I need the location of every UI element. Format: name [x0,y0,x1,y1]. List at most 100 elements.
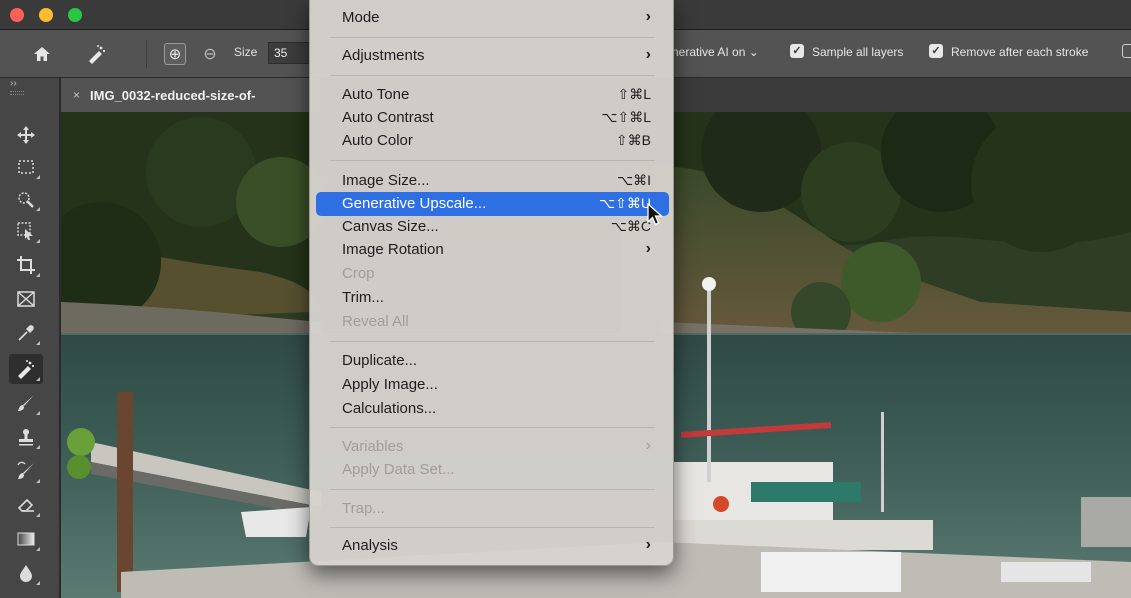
extra-option-checkbox[interactable] [1122,44,1131,58]
divider [146,40,147,68]
menu-item-label: Apply Image... [342,376,438,393]
menu-item-image-size[interactable]: Image Size... ⌥⌘I [316,169,669,193]
menu-item-label: Image Rotation [342,241,444,258]
menu-item-generative-upscale[interactable]: Generative Upscale... ⌥⇧⌘U [316,192,669,216]
menu-item-adjustments[interactable]: Adjustments › [316,44,669,68]
menu-item-label: Canvas Size... [342,218,439,235]
size-input[interactable]: 35 [268,42,312,64]
panel-grip[interactable] [10,91,24,95]
document-tab[interactable]: × IMG_0032-reduced-size-of- [61,78,321,112]
tool-flyout-icon [36,445,40,449]
tool-flyout-icon [36,547,40,551]
minimize-window-button[interactable] [39,8,53,22]
remove-tool-button[interactable] [9,354,43,384]
menu-divider [330,37,655,38]
sample-all-layers-checkbox[interactable]: ✓ [790,44,804,58]
add-mode-icon[interactable]: ⊕ [162,42,188,66]
menu-item-label: Generative Upscale... [342,195,487,212]
tool-flyout-icon [36,479,40,483]
menu-item-label: Trap... [342,500,385,517]
close-document-icon[interactable]: × [73,88,80,102]
maximize-window-button[interactable] [68,8,82,22]
crop-tool-icon[interactable] [9,250,43,280]
close-window-button[interactable] [10,8,24,22]
collapse-panel-icon[interactable]: ›› [10,78,17,89]
clone-stamp-tool-icon[interactable] [9,422,43,452]
menu-item-shortcut: ⇧⌘L [617,86,651,102]
object-selection-tool-icon[interactable] [9,216,43,246]
tool-flyout-icon [36,175,40,179]
menu-item-auto-contrast[interactable]: Auto Contrast ⌥⇧⌘L [316,106,669,130]
menu-item-label: Auto Tone [342,86,410,103]
tool-flyout-icon [36,273,40,277]
submenu-arrow-icon: › [645,437,651,454]
menu-item-variables: Variables › [316,435,669,459]
submenu-arrow-icon: › [645,240,651,257]
tool-flyout-icon [36,411,40,415]
menu-item-duplicate[interactable]: Duplicate... [316,349,669,373]
menu-item-label: Mode [342,9,380,26]
tool-flyout-icon [36,377,40,381]
menu-item-trim[interactable]: Trim... [316,286,669,310]
size-label: Size [234,45,258,59]
menu-item-shortcut: ⌥⌘C [610,218,651,234]
blur-tool-icon[interactable] [9,558,43,588]
menu-item-label: Crop [342,265,375,282]
menu-item-shortcut: ⇧⌘B [615,132,651,148]
tool-flyout-icon [36,341,40,345]
menu-item-shortcut: ⌥⇧⌘L [601,109,651,125]
menu-item-apply-image[interactable]: Apply Image... [316,373,669,397]
gradient-tool-icon[interactable] [9,524,43,554]
remove-tool-icon[interactable] [84,42,108,66]
subtract-mode-icon[interactable]: ⊖ [198,42,222,66]
generative-ai-dropdown[interactable]: nerative AI on ⌄ [672,45,759,59]
menu-item-auto-color[interactable]: Auto Color ⇧⌘B [316,129,669,153]
sample-all-layers-label: Sample all layers [812,45,904,59]
menu-divider [330,527,655,528]
menu-item-label: Apply Data Set... [342,461,455,478]
frame-tool-icon[interactable] [9,284,43,314]
menu-item-label: Calculations... [342,400,437,417]
tab-strip [672,78,1131,112]
eraser-tool-icon[interactable] [9,490,43,520]
eyedropper-tool-icon[interactable] [9,318,43,348]
submenu-arrow-icon: › [645,46,651,63]
menu-item-trap: Trap... [316,497,669,521]
menu-divider [330,75,655,76]
menu-item-apply-data-set: Apply Data Set... [316,458,669,482]
menu-item-auto-tone[interactable]: Auto Tone ⇧⌘L [316,83,669,107]
menu-item-label: Image Size... [342,172,430,189]
image-menu: Mode › Adjustments › Auto Tone ⇧⌘L Auto … [309,0,674,566]
tools-panel: ›› [0,78,60,598]
tool-flyout-icon [36,239,40,243]
marquee-tool-icon[interactable] [9,152,43,182]
submenu-arrow-icon: › [645,8,651,25]
menu-divider [330,427,655,428]
add-mode-glyph: ⊕ [164,43,186,65]
remove-after-stroke-checkbox[interactable]: ✓ [929,44,943,58]
menu-item-canvas-size[interactable]: Canvas Size... ⌥⌘C [316,215,669,239]
menu-item-crop: Crop [316,262,669,286]
home-icon[interactable] [30,42,54,66]
menu-item-mode[interactable]: Mode › [316,6,669,30]
menu-item-calculations[interactable]: Calculations... [316,397,669,421]
move-tool-icon[interactable] [9,120,43,150]
quick-selection-tool-icon[interactable] [9,184,43,214]
menu-item-label: Reveal All [342,313,409,330]
history-brush-tool-icon[interactable] [9,456,43,486]
menu-divider [330,489,655,490]
menu-item-label: Trim... [342,289,384,306]
menu-item-label: Analysis [342,537,398,554]
menu-divider [330,341,655,342]
menu-item-analysis[interactable]: Analysis › [316,534,669,558]
menu-item-label: Variables [342,438,404,455]
menu-item-label: Adjustments [342,47,425,64]
brush-tool-icon[interactable] [9,388,43,418]
submenu-arrow-icon: › [645,536,651,553]
remove-after-stroke-label: Remove after each stroke [951,45,1089,59]
menu-item-reveal-all: Reveal All [316,310,669,334]
menu-item-shortcut: ⌥⌘I [616,172,651,188]
tool-flyout-icon [36,581,40,585]
menu-item-image-rotation[interactable]: Image Rotation › [316,238,669,262]
menu-item-shortcut: ⌥⇧⌘U [599,195,651,211]
